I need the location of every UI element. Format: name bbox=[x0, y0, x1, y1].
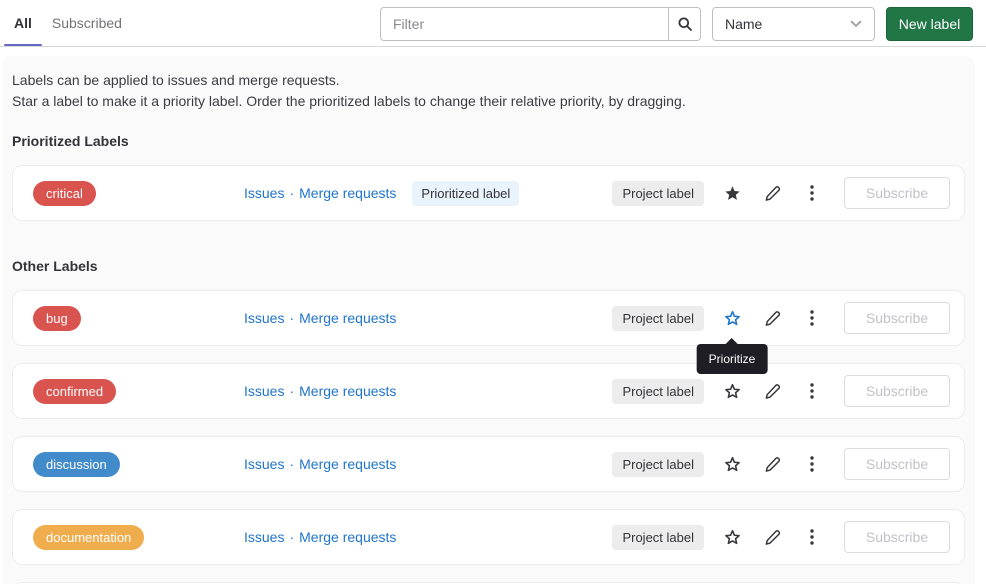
prioritized-label-badge: Prioritized label bbox=[412, 181, 519, 206]
project-label-badge: Project label bbox=[612, 181, 704, 206]
star-outline-icon bbox=[724, 529, 741, 546]
kebab-menu-icon bbox=[810, 456, 814, 472]
issues-link[interactable]: Issues bbox=[244, 529, 284, 545]
prioritized-labels-heading: Prioritized Labels bbox=[12, 133, 965, 149]
edit-label-button[interactable] bbox=[752, 448, 792, 480]
labels-container: Labels can be applied to issues and merg… bbox=[2, 56, 975, 584]
issues-link[interactable]: Issues bbox=[244, 383, 284, 399]
edit-label-button[interactable] bbox=[752, 375, 792, 407]
pencil-icon bbox=[764, 383, 781, 400]
project-label-badge: Project label bbox=[612, 525, 704, 550]
link-separator: · bbox=[289, 383, 294, 399]
edit-label-button[interactable] bbox=[752, 177, 792, 209]
label-links: Issues · Merge requests Prioritized labe… bbox=[244, 181, 612, 206]
pencil-icon bbox=[764, 310, 781, 327]
kebab-menu-icon bbox=[810, 529, 814, 545]
merge-requests-link[interactable]: Merge requests bbox=[299, 456, 396, 472]
unprioritize-star-button[interactable] bbox=[712, 177, 752, 209]
label-options-button[interactable] bbox=[792, 375, 832, 407]
kebab-menu-icon bbox=[810, 310, 814, 326]
star-outline-icon bbox=[724, 456, 741, 473]
kebab-menu-icon bbox=[810, 185, 814, 201]
label-options-button[interactable] bbox=[792, 448, 832, 480]
prioritize-star-button[interactable]: Prioritize bbox=[712, 302, 752, 334]
star-outline-icon bbox=[724, 383, 741, 400]
edit-label-button[interactable] bbox=[752, 302, 792, 334]
labels-description: Labels can be applied to issues and merg… bbox=[12, 70, 965, 112]
label-links: Issues · Merge requests bbox=[244, 310, 612, 326]
new-label-button[interactable]: New label bbox=[886, 7, 973, 41]
subscribe-button[interactable]: Subscribe bbox=[844, 448, 950, 480]
label-options-button[interactable] bbox=[792, 177, 832, 209]
description-line-2: Star a label to make it a priority label… bbox=[12, 91, 965, 112]
link-separator: · bbox=[289, 456, 294, 472]
link-separator: · bbox=[289, 185, 294, 201]
label-links: Issues · Merge requests bbox=[244, 456, 612, 472]
label-links: Issues · Merge requests bbox=[244, 383, 612, 399]
prioritize-star-button[interactable] bbox=[712, 448, 752, 480]
label-pill-discussion[interactable]: discussion bbox=[33, 452, 120, 477]
label-pill-confirmed[interactable]: confirmed bbox=[33, 379, 116, 404]
label-row-critical: critical Issues · Merge requests Priorit… bbox=[12, 165, 965, 221]
issues-link[interactable]: Issues bbox=[244, 310, 284, 326]
link-separator: · bbox=[289, 310, 294, 326]
label-row-documentation: documentation Issues · Merge requests Pr… bbox=[12, 509, 965, 565]
label-row-bug: bug Issues · Merge requests Project labe… bbox=[12, 290, 965, 346]
subscribe-button[interactable]: Subscribe bbox=[844, 521, 950, 553]
label-options-button[interactable] bbox=[792, 302, 832, 334]
label-pill-bug[interactable]: bug bbox=[33, 306, 81, 331]
search-icon bbox=[677, 16, 693, 32]
subscribe-button[interactable]: Subscribe bbox=[844, 302, 950, 334]
label-pill-documentation[interactable]: documentation bbox=[33, 525, 144, 550]
merge-requests-link[interactable]: Merge requests bbox=[299, 383, 396, 399]
pencil-icon bbox=[764, 185, 781, 202]
kebab-menu-icon bbox=[810, 383, 814, 399]
prioritize-star-button[interactable] bbox=[712, 521, 752, 553]
filter-input[interactable] bbox=[380, 7, 669, 41]
sort-value: Name bbox=[725, 16, 762, 32]
prioritize-star-button[interactable] bbox=[712, 375, 752, 407]
tab-all[interactable]: All bbox=[4, 0, 42, 46]
subscribe-button[interactable]: Subscribe bbox=[844, 177, 950, 209]
project-label-badge: Project label bbox=[612, 306, 704, 331]
search-button[interactable] bbox=[668, 7, 701, 41]
issues-link[interactable]: Issues bbox=[244, 185, 284, 201]
label-pill-critical[interactable]: critical bbox=[33, 181, 96, 206]
star-filled-icon bbox=[724, 185, 741, 202]
filter-group bbox=[380, 7, 701, 41]
labels-toolbar: All Subscribed Name New label bbox=[0, 0, 986, 47]
merge-requests-link[interactable]: Merge requests bbox=[299, 185, 396, 201]
label-options-button[interactable] bbox=[792, 521, 832, 553]
description-line-1: Labels can be applied to issues and merg… bbox=[12, 70, 965, 91]
tab-subscribed[interactable]: Subscribed bbox=[42, 0, 132, 46]
issues-link[interactable]: Issues bbox=[244, 456, 284, 472]
label-row-confirmed: confirmed Issues · Merge requests Projec… bbox=[12, 363, 965, 419]
merge-requests-link[interactable]: Merge requests bbox=[299, 529, 396, 545]
project-label-badge: Project label bbox=[612, 452, 704, 477]
sort-dropdown[interactable]: Name bbox=[712, 7, 875, 41]
other-labels-heading: Other Labels bbox=[12, 258, 965, 274]
link-separator: · bbox=[289, 529, 294, 545]
project-label-badge: Project label bbox=[612, 379, 704, 404]
edit-label-button[interactable] bbox=[752, 521, 792, 553]
label-row-discussion: discussion Issues · Merge requests Proje… bbox=[12, 436, 965, 492]
merge-requests-link[interactable]: Merge requests bbox=[299, 310, 396, 326]
label-links: Issues · Merge requests bbox=[244, 529, 612, 545]
star-outline-icon bbox=[724, 310, 741, 327]
prioritize-tooltip: Prioritize bbox=[697, 344, 768, 374]
subscribe-button[interactable]: Subscribe bbox=[844, 375, 950, 407]
pencil-icon bbox=[764, 456, 781, 473]
pencil-icon bbox=[764, 529, 781, 546]
chevron-down-icon bbox=[850, 20, 862, 28]
